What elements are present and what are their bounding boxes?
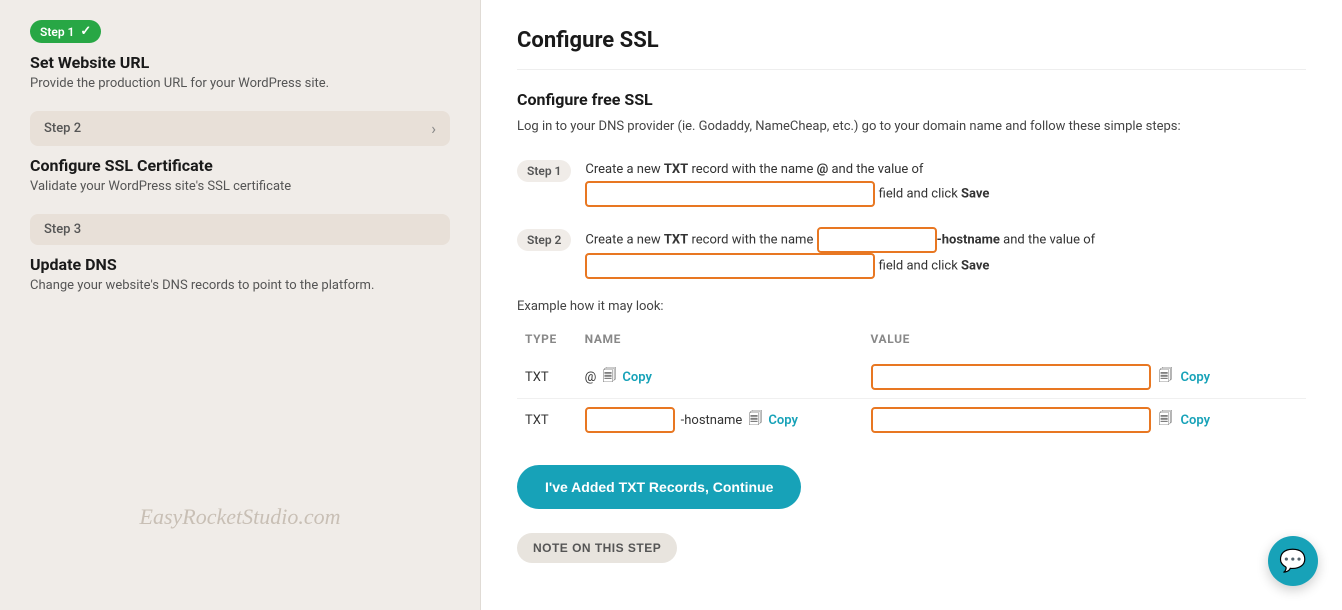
step1-save: Save <box>961 187 989 202</box>
step3-pill[interactable]: Step 3 <box>30 214 450 245</box>
step1-at: @ <box>817 162 829 177</box>
step1-badge-label: Step 1 <box>40 25 74 39</box>
table-row: TXT @ 🗐 Copy 🗐 Copy <box>517 356 1306 399</box>
step2-text-after: field and click <box>879 259 961 274</box>
step1-circle: Step 1 <box>517 160 571 182</box>
step2-pill-label: Step 2 <box>44 121 81 136</box>
dns-table: TYPE NAME VALUE TXT @ 🗐 Copy <box>517 326 1306 441</box>
step2-save: Save <box>961 259 989 274</box>
watermark: EasyRocketStudio.com <box>140 504 341 530</box>
step2-instruction: Create a new TXT record with the name -h… <box>585 227 1095 279</box>
step1-text-mid1: record with the name <box>688 162 816 177</box>
step1-checkmark: ✓ <box>80 24 91 39</box>
chat-bubble[interactable]: 💬 <box>1268 536 1318 586</box>
step1-title: Set Website URL <box>30 53 450 72</box>
step2-value-input[interactable] <box>585 253 875 279</box>
step1-text-after: field and click <box>879 187 961 202</box>
step2-text-mid2: and the value of <box>1000 233 1095 248</box>
step2-title: Configure SSL Certificate <box>30 156 450 175</box>
step2-text-before: Create a new <box>585 233 663 248</box>
main-panel: Configure SSL Configure free SSL Log in … <box>480 0 1342 610</box>
section-title: Configure free SSL <box>517 90 1306 109</box>
col-type: TYPE <box>517 326 577 356</box>
row2-copy-button[interactable]: Copy <box>768 413 798 428</box>
intro-text: Log in to your DNS provider (ie. Godaddy… <box>517 117 1306 138</box>
step2-row: Step 2 Create a new TXT record with the … <box>517 227 1306 279</box>
step2-pill[interactable]: Step 2 › <box>30 111 450 146</box>
sidebar: Step 1 ✓ Set Website URL Provide the pro… <box>0 0 480 610</box>
col-name: NAME <box>577 326 863 356</box>
row2-type: TXT <box>517 399 577 442</box>
row2-name: -hostname 🗐 Copy <box>577 399 863 442</box>
step1-badge: Step 1 ✓ <box>30 20 101 43</box>
row1-value-copy-icon: 🗐 <box>1159 365 1173 389</box>
row1-at: @ <box>585 370 597 385</box>
row2-copy-icon: 🗐 <box>748 408 762 432</box>
step1-text-mid2: and the value of <box>828 162 923 177</box>
row2-value-copy-button[interactable]: Copy <box>1181 413 1211 428</box>
step3-pill-label: Step 3 <box>44 222 81 237</box>
row2-value-copy-icon: 🗐 <box>1159 408 1173 432</box>
step1-value-input[interactable] <box>585 181 875 207</box>
step1-txt-bold: TXT <box>664 162 688 177</box>
example-label: Example how it may look: <box>517 299 1306 314</box>
step2-desc: Validate your WordPress site's SSL certi… <box>30 179 450 194</box>
step2-circle: Step 2 <box>517 229 571 251</box>
step2-hostname-suffix: -hostname <box>937 233 1000 248</box>
step2-hostname-input[interactable] <box>817 227 937 253</box>
row1-name: @ 🗐 Copy <box>577 356 863 399</box>
row1-value-copy-button[interactable]: Copy <box>1181 370 1211 385</box>
chat-icon: 💬 <box>1279 549 1306 574</box>
col-value: VALUE <box>863 326 1306 356</box>
step1-desc: Provide the production URL for your Word… <box>30 76 450 91</box>
continue-button[interactable]: I've Added TXT Records, Continue <box>517 465 801 509</box>
step1-instruction: Create a new TXT record with the name @ … <box>585 158 989 207</box>
step3-section: Update DNS Change your website's DNS rec… <box>30 255 450 293</box>
step3-desc: Change your website's DNS records to poi… <box>30 278 450 293</box>
step2-text-mid1: record with the name <box>688 233 816 248</box>
row2-value: 🗐 Copy <box>863 399 1306 442</box>
row2-hostname-label: -hostname <box>681 413 743 428</box>
table-row: TXT -hostname 🗐 Copy 🗐 Copy <box>517 399 1306 442</box>
step3-title: Update DNS <box>30 255 450 274</box>
step2-txt-bold: TXT <box>664 233 688 248</box>
row1-type: TXT <box>517 356 577 399</box>
row1-copy-button[interactable]: Copy <box>622 370 652 385</box>
step1-row: Step 1 Create a new TXT record with the … <box>517 158 1306 207</box>
row2-value-input[interactable] <box>871 407 1151 433</box>
row1-copy-icon: 🗐 <box>602 365 616 389</box>
step1-text-before: Create a new <box>585 162 663 177</box>
row1-value: 🗐 Copy <box>863 356 1306 399</box>
page-title: Configure SSL <box>517 28 1306 70</box>
note-button[interactable]: NOTE ON THIS STEP <box>517 533 677 563</box>
row2-name-input[interactable] <box>585 407 675 433</box>
step2-section: Configure SSL Certificate Validate your … <box>30 156 450 194</box>
row1-value-input[interactable] <box>871 364 1151 390</box>
chevron-icon: › <box>431 119 436 138</box>
